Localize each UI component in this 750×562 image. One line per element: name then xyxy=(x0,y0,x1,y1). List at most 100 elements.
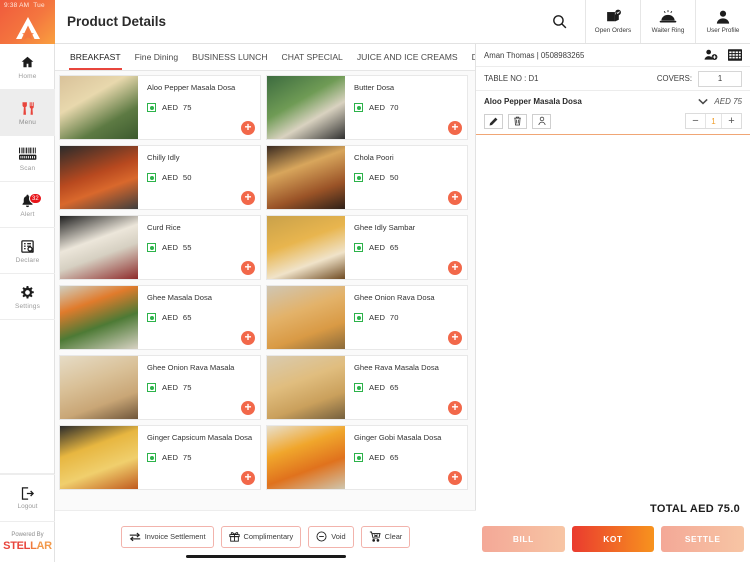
add-product-button[interactable]: + xyxy=(241,401,255,415)
cart-clear-icon xyxy=(369,531,381,542)
add-product-button[interactable]: + xyxy=(241,261,255,275)
add-person-icon[interactable] xyxy=(704,49,718,61)
barcode-icon xyxy=(18,145,37,163)
open-orders-label: Open Orders xyxy=(594,27,632,34)
person-icon[interactable] xyxy=(532,113,551,129)
stellar-wordmark: STELLAR xyxy=(3,540,52,552)
table-grid-icon[interactable] xyxy=(728,49,742,61)
product-price-row: AED 50 xyxy=(354,173,461,182)
tab-breakfast[interactable]: BREAKFAST xyxy=(63,44,128,70)
add-product-button[interactable]: + xyxy=(448,471,462,485)
product-name: Curd Rice xyxy=(147,223,181,232)
add-product-button[interactable]: + xyxy=(241,471,255,485)
table-covers-row: TABLE NO : D1 COVERS: 1 xyxy=(476,67,750,91)
clear-button[interactable]: Clear xyxy=(360,525,411,548)
product-name: Ghee Onion Rava Masala xyxy=(147,363,235,372)
product-price-row: AED 50 xyxy=(147,173,254,182)
add-product-button[interactable]: + xyxy=(448,331,462,345)
product-card[interactable]: Aloo Pepper Masala Dosa AED 75 + xyxy=(59,75,261,140)
covers-label: COVERS: xyxy=(656,74,692,83)
add-product-button[interactable]: + xyxy=(241,191,255,205)
product-card[interactable]: Ghee Onion Rava Masala AED 75 + xyxy=(59,355,261,420)
sidebar-item-alert[interactable]: 32 Alert xyxy=(0,182,55,228)
product-card[interactable]: Chola Poori AED 50 + xyxy=(266,145,468,210)
menu-icon xyxy=(20,99,35,117)
product-price: AED 75 xyxy=(162,453,192,462)
tab-fine-dining[interactable]: Fine Dining xyxy=(128,44,185,70)
void-button[interactable]: Void xyxy=(308,525,354,548)
product-thumbnail xyxy=(267,146,345,209)
add-product-button[interactable]: + xyxy=(448,121,462,135)
product-name: Butter Dosa xyxy=(354,83,395,92)
add-product-button[interactable]: + xyxy=(241,331,255,345)
add-product-button[interactable]: + xyxy=(448,191,462,205)
sidebar-item-logout[interactable]: Logout xyxy=(0,474,55,522)
veg-indicator-icon xyxy=(147,173,156,182)
order-item-controls: − 1 + xyxy=(484,113,742,129)
product-price: AED 50 xyxy=(369,173,399,182)
product-name: Ghee Onion Rava Dosa xyxy=(354,293,435,302)
product-name: Ginger Gobi Masala Dosa xyxy=(354,433,442,442)
product-card[interactable]: Ginger Capsicum Masala Dosa AED 75 + xyxy=(59,425,261,490)
user-profile-button[interactable]: User Profile xyxy=(695,0,750,43)
status-day: Tue xyxy=(33,2,45,9)
product-card[interactable]: Chilly Idly AED 50 + xyxy=(59,145,261,210)
waiter-ring-label: Waiter Ring xyxy=(651,27,685,34)
waiter-ring-button[interactable]: Waiter Ring xyxy=(640,0,695,43)
order-item-price: AED 75 xyxy=(714,97,742,106)
open-orders-button[interactable]: Open Orders xyxy=(585,0,640,43)
order-item-list: Aloo Pepper Masala Dosa AED 75 − 1 + xyxy=(476,91,750,498)
bill-button[interactable]: BILL xyxy=(482,526,565,552)
product-thumbnail xyxy=(267,426,345,489)
settle-button[interactable]: SETTLE xyxy=(661,526,745,552)
user-profile-label: User Profile xyxy=(706,27,740,34)
sidebar-item-home[interactable]: Home xyxy=(0,44,55,90)
sidebar-label-scan: Scan xyxy=(19,165,36,172)
add-product-button[interactable]: + xyxy=(241,121,255,135)
product-price: AED 50 xyxy=(162,173,192,182)
quantity-plus-button[interactable]: + xyxy=(722,114,741,128)
sidebar-item-scan[interactable]: Scan xyxy=(0,136,55,182)
tab-chat-special[interactable]: CHAT SPECIAL xyxy=(275,44,350,70)
product-price-row: AED 65 xyxy=(147,313,254,322)
veg-indicator-icon xyxy=(354,103,363,112)
product-thumbnail xyxy=(60,146,138,209)
invoice-settlement-button[interactable]: Invoice Settlement xyxy=(120,525,214,548)
product-card[interactable]: Ghee Onion Rava Dosa AED 70 + xyxy=(266,285,468,350)
customer-actions xyxy=(704,49,742,61)
tab-business-lunch[interactable]: BUSINESS LUNCH xyxy=(185,44,274,70)
sidebar-item-menu[interactable]: Menu xyxy=(0,90,55,136)
sidebar-item-declare[interactable]: Declare xyxy=(0,228,55,274)
add-product-button[interactable]: + xyxy=(448,261,462,275)
product-card[interactable]: Ghee Masala Dosa AED 65 + xyxy=(59,285,261,350)
product-price: AED 70 xyxy=(369,103,399,112)
kot-button[interactable]: KOT xyxy=(571,526,655,552)
pencil-icon[interactable] xyxy=(484,113,503,129)
product-card[interactable]: Ghee Idly Sambar AED 65 + xyxy=(266,215,468,280)
gift-icon xyxy=(228,531,240,542)
quantity-stepper[interactable]: − 1 + xyxy=(685,113,742,129)
add-product-button[interactable]: + xyxy=(448,401,462,415)
complimentary-label: Complimentary xyxy=(243,532,294,541)
category-tabs[interactable]: BREAKFAST Fine Dining BUSINESS LUNCH CHAT S… xyxy=(55,44,475,71)
complimentary-button[interactable]: Complimentary xyxy=(220,525,302,548)
order-panel: Aman Thomas | 0508983265 TABLE NO: D1 C… xyxy=(476,44,750,562)
tab-juice-and-ice-creams[interactable]: JUICE AND ICE CREAMS xyxy=(350,44,465,70)
trash-icon[interactable] xyxy=(508,113,527,129)
product-card[interactable]: Ghee Rava Masala Dosa AED 65 + xyxy=(266,355,468,420)
open-orders-icon xyxy=(605,9,622,25)
search-button[interactable] xyxy=(533,0,585,43)
sidebar-item-settings[interactable]: Settings xyxy=(0,274,55,320)
product-card[interactable]: Ginger Gobi Masala Dosa AED 65 + xyxy=(266,425,468,490)
product-card[interactable]: Curd Rice AED 55 + xyxy=(59,215,261,280)
chevron-down-icon[interactable] xyxy=(698,98,709,105)
product-card[interactable]: Butter Dosa AED 70 + xyxy=(266,75,468,140)
product-price: AED 65 xyxy=(369,453,399,462)
product-price-row: AED 65 xyxy=(354,383,461,392)
tab-desserts[interactable]: Desserts xyxy=(465,44,475,70)
customer-name: Aman Thomas | 0508983265 xyxy=(484,50,585,60)
quantity-minus-button[interactable]: − xyxy=(686,114,705,128)
covers-input[interactable]: 1 xyxy=(698,70,742,87)
sidebar-nav: Home Menu Scan 32 Alert Declare Settings xyxy=(0,44,55,474)
product-price: AED 65 xyxy=(369,383,399,392)
